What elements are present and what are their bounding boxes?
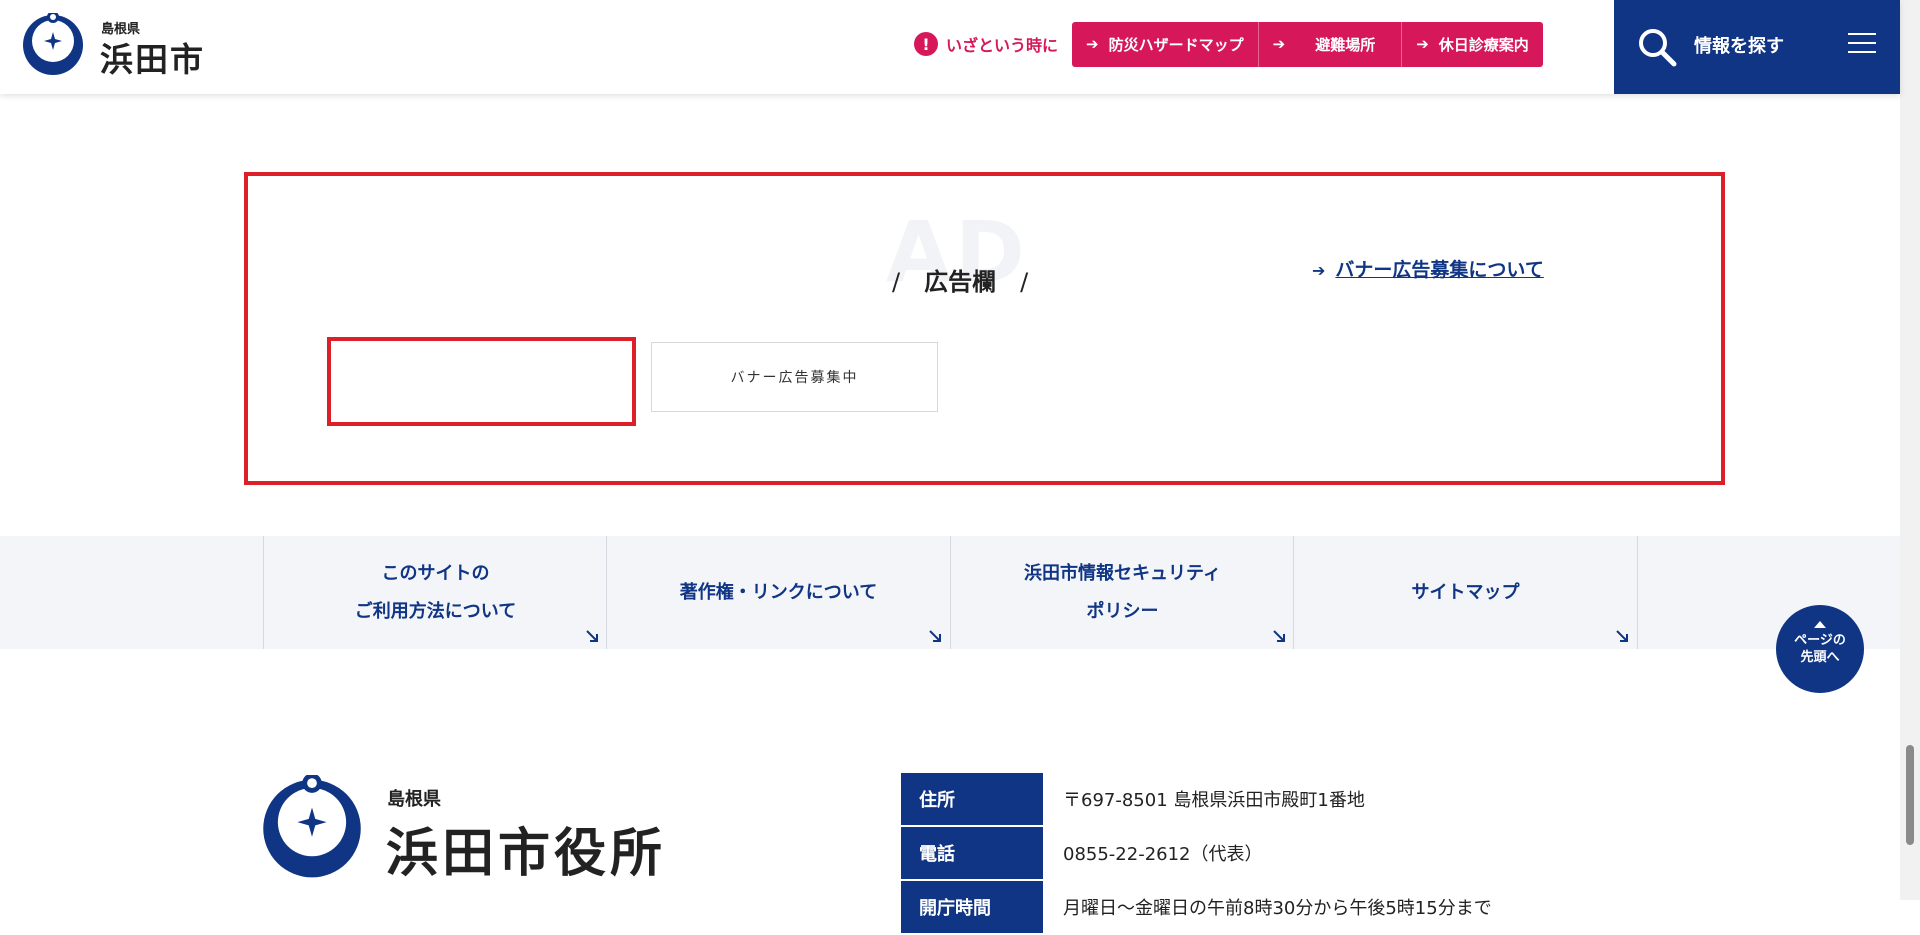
hazard-map-link[interactable]: ➔ 防災ハザードマップ [1072, 21, 1259, 67]
emergency-link-group: ➔ 防災ハザードマップ ➔ 避難場所 ➔ 休日診療案内 [1072, 21, 1543, 67]
info-value-hours: 月曜日～金曜日の午前8時30分から午後5時15分まで [1063, 898, 1492, 919]
info-row-address: 住所 〒697-8501 島根県浜田市殿町1番地 [901, 773, 1601, 825]
info-value-phone[interactable]: 0855-22-2612（代表） [1043, 827, 1263, 879]
city-logo[interactable]: 島根県 浜田市 [21, 13, 211, 79]
hamburger-menu-icon[interactable] [1848, 33, 1876, 55]
city-emblem-icon [263, 775, 361, 878]
footer-logo-name: 浜田市役所 [386, 824, 667, 884]
footer-nav-usage[interactable]: このサイトのご利用方法について [263, 536, 607, 649]
banner-placeholder-text: バナー広告募集中 [730, 370, 859, 386]
banner-ad-slot[interactable] [327, 337, 636, 426]
site-header: 島根県 浜田市 ! いざという時に ➔ 防災ハザードマップ ➔ 避難場所 ➔ 休… [0, 0, 1900, 94]
emergency-links: ! いざという時に ➔ 防災ハザードマップ ➔ 避難場所 ➔ 休日診療案内 [914, 21, 1543, 67]
page-scrollbar[interactable] [1900, 0, 1920, 900]
arrow-down-right-icon [929, 630, 941, 642]
evacuation-site-link[interactable]: ➔ 避難場所 [1258, 21, 1403, 67]
footer-logo-prefecture: 島根県 [387, 789, 441, 810]
alert-icon: ! [914, 32, 938, 56]
banner-recruit-link[interactable]: ➔ バナー広告募集について [1312, 255, 1544, 282]
search-menu-button[interactable]: 情報を探す [1614, 0, 1900, 94]
holiday-clinic-label: 休日診療案内 [1438, 35, 1529, 54]
footer-nav-security-line1: 浜田市情報セキュリティ [1024, 562, 1221, 584]
banner-recruit-text: バナー広告募集について [1335, 259, 1544, 281]
info-row-phone: 電話 0855-22-2612（代表） [901, 827, 1601, 879]
footer-nav-security-line2: ポリシー [1086, 600, 1159, 622]
logo-city-name: 浜田市 [100, 40, 205, 79]
footer-nav-usage-line1: このサイトの [381, 562, 490, 584]
page-top-line1: ページの [1794, 633, 1846, 648]
arrow-down-right-icon [1273, 630, 1285, 642]
arrow-right-icon: ➔ [1312, 261, 1326, 280]
ad-section-frame [244, 172, 1725, 485]
arrow-right-icon: ➔ [1416, 35, 1429, 53]
page-top-button[interactable]: ページの 先頭へ [1776, 605, 1864, 693]
info-label-phone: 電話 [901, 827, 1043, 879]
triangle-up-icon [1814, 621, 1826, 628]
scrollbar-thumb[interactable] [1906, 745, 1914, 845]
evacuation-site-label: 避難場所 [1315, 35, 1376, 54]
ad-section-title: / 広告欄 / [892, 268, 1029, 296]
page-top-line2: 先頭へ [1800, 650, 1840, 665]
ad-title-text: 広告欄 [924, 268, 997, 296]
search-label: 情報を探す [1694, 36, 1784, 57]
info-row-hours: 開庁時間 月曜日～金曜日の午前8時30分から午後5時15分まで [901, 881, 1601, 933]
footer-nav: このサイトのご利用方法について 著作権・リンクについて 浜田市情報セキュリティポ… [0, 536, 1900, 649]
holiday-clinic-link[interactable]: ➔ 休日診療案内 [1402, 21, 1543, 67]
footer-nav-security-policy[interactable]: 浜田市情報セキュリティ ポリシー [950, 536, 1294, 649]
footer-nav-usage-line2: ご利用方法について [354, 600, 517, 622]
info-label-address: 住所 [901, 773, 1043, 825]
footer-nav-sitemap-label: サイトマップ [1411, 581, 1520, 603]
info-label-hours: 開庁時間 [901, 881, 1043, 933]
footer-nav-sitemap[interactable]: サイトマップ [1293, 536, 1638, 649]
emergency-label: いざという時に [946, 36, 1059, 55]
hazard-map-label: 防災ハザードマップ [1108, 35, 1244, 54]
contact-info-table: 住所 〒697-8501 島根県浜田市殿町1番地 電話 0855-22-2612… [901, 773, 1601, 935]
info-value-address: 〒697-8501 島根県浜田市殿町1番地 [1063, 790, 1365, 811]
search-icon [1639, 29, 1677, 67]
footer-logo[interactable]: 島根県 浜田市役所 [260, 775, 680, 884]
arrow-right-icon: ➔ [1086, 35, 1099, 53]
footer-nav-copyright[interactable]: 著作権・リンクについて [606, 536, 950, 649]
banner-ad-placeholder[interactable]: バナー広告募集中 [651, 342, 938, 412]
arrow-down-right-icon [1616, 630, 1628, 642]
arrow-down-right-icon [586, 630, 598, 642]
arrow-right-icon: ➔ [1272, 35, 1286, 53]
city-emblem-icon [23, 13, 83, 75]
footer-nav-copyright-label: 著作権・リンクについて [679, 581, 878, 603]
